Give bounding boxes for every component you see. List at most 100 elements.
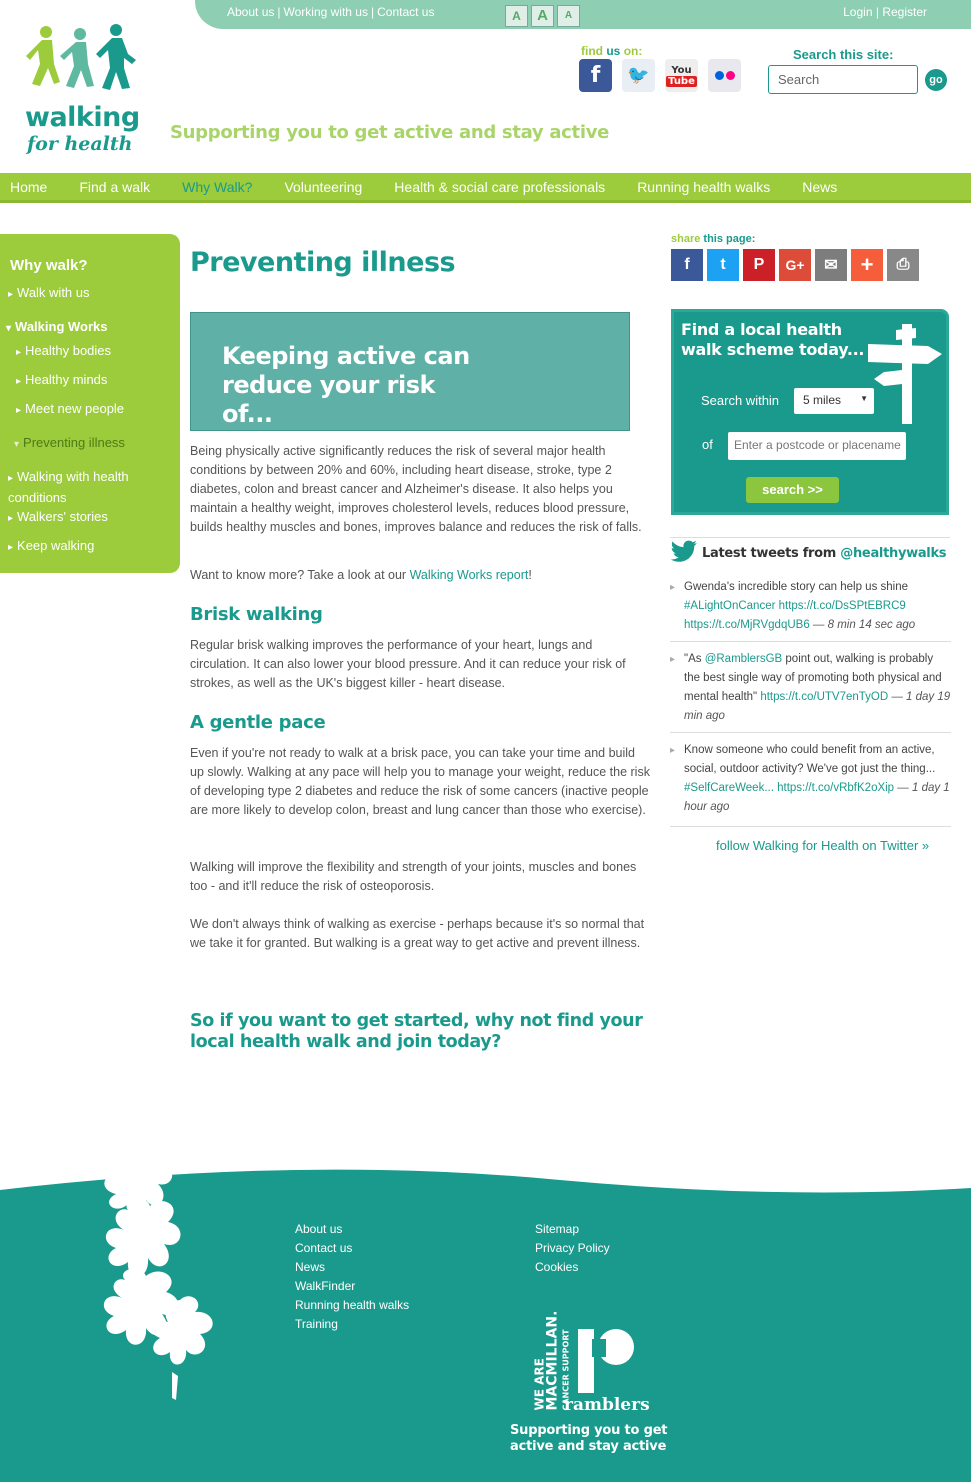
tweet-divider xyxy=(670,641,951,642)
ramblersgb-mention-link[interactable]: @RamblersGB xyxy=(705,653,783,665)
sidebar-item-walk-with-us[interactable]: Walk with us xyxy=(8,283,89,304)
register-link[interactable]: Register xyxy=(882,5,927,19)
social-links: f 🐦 You Tube xyxy=(579,59,741,92)
share-icons: f t P G+ ✉ + ⎙ xyxy=(671,249,919,281)
footer-links-column-2: Sitemap Privacy Policy Cookies xyxy=(535,1220,610,1277)
healthywalks-handle-link[interactable]: @healthywalks xyxy=(840,546,946,561)
footer-cookies-link[interactable]: Cookies xyxy=(535,1258,610,1277)
footer-walkfinder-link[interactable]: WalkFinder xyxy=(295,1277,409,1296)
brisk-walking-heading: Brisk walking xyxy=(190,604,323,625)
facebook-icon[interactable]: f xyxy=(579,59,612,92)
account-links: Login | Register xyxy=(843,5,927,19)
footer-news-link[interactable]: News xyxy=(295,1258,409,1277)
walk-finder-box: Find a local health walk scheme today...… xyxy=(671,309,949,515)
nav-running-health-walks[interactable]: Running health walks xyxy=(621,179,786,195)
brisk-walking-paragraph: Regular brisk walking improves the perfo… xyxy=(190,638,626,690)
flickr-icon[interactable] xyxy=(708,59,741,92)
footer-sitemap-link[interactable]: Sitemap xyxy=(535,1220,610,1239)
exercise-paragraph: We don't always think of walking as exer… xyxy=(190,917,645,950)
nav-why-walk[interactable]: Why Walk? xyxy=(166,179,268,195)
walking-works-paragraph: Want to know more? Take a look at our Wa… xyxy=(190,568,532,582)
signpost-icon xyxy=(868,324,942,424)
find-us-on-label: find us on: xyxy=(581,44,643,58)
text-size-large-button[interactable]: A xyxy=(531,5,554,27)
walk-finder-title: Find a local health walk scheme today... xyxy=(681,320,865,359)
tweet-links[interactable]: https://t.co/UTV7enTyOD xyxy=(760,691,888,703)
section-sidebar: Why walk? Walk with us Walking Works Hea… xyxy=(0,234,180,573)
ramblers-logo-icon[interactable] xyxy=(572,1325,638,1393)
of-label: of xyxy=(702,437,713,452)
print-icon[interactable]: ⎙ xyxy=(887,249,919,281)
flexibility-paragraph: Walking will improve the flexibility and… xyxy=(190,860,637,893)
twitter-share-icon[interactable]: t xyxy=(707,249,739,281)
sidebar-item-walking-with-health-conditions[interactable]: Walking with health conditions xyxy=(8,467,148,507)
tweet-item: "As @RamblersGB point out, walking is pr… xyxy=(670,650,951,726)
nav-volunteering[interactable]: Volunteering xyxy=(268,179,378,195)
google-plus-share-icon[interactable]: G+ xyxy=(779,249,811,281)
footer-contact-us-link[interactable]: Contact us xyxy=(295,1239,409,1258)
miles-dropdown[interactable]: 5 miles xyxy=(794,388,874,414)
contact-us-link[interactable]: Contact us xyxy=(377,5,434,19)
intro-paragraph: Being physically active significantly re… xyxy=(190,444,642,534)
sidebar-item-meet-new-people[interactable]: Meet new people xyxy=(16,399,124,420)
postcode-input[interactable]: Enter a postcode or placename xyxy=(728,432,906,460)
footer-training-link[interactable]: Training xyxy=(295,1315,409,1334)
ramblers-logo-text: ramblers xyxy=(564,1395,650,1415)
email-share-icon[interactable]: ✉ xyxy=(815,249,847,281)
working-with-us-link[interactable]: Working with us xyxy=(284,5,368,19)
tweet-divider xyxy=(670,826,951,827)
banner-text: Keeping active can reduce your risk of..… xyxy=(222,342,470,428)
gentle-pace-paragraph: Even if you're not ready to walk at a br… xyxy=(190,746,650,817)
share-this-page-label: share this page: xyxy=(671,233,756,245)
nav-news[interactable]: News xyxy=(786,179,853,195)
footer-links-column-1: About us Contact us News WalkFinder Runn… xyxy=(295,1220,409,1334)
macmillan-logo[interactable]: WE ARE MACMILLAN. CANCER SUPPORT xyxy=(533,1301,573,1411)
sidebar-heading: Why walk? xyxy=(10,257,88,274)
footer-running-health-walks-link[interactable]: Running health walks xyxy=(295,1296,409,1315)
top-utility-bar: About us | Working with us | Contact us A A … xyxy=(195,0,971,29)
youtube-icon[interactable]: You Tube xyxy=(665,59,698,92)
walk-search-button[interactable]: search >> xyxy=(746,477,839,503)
sidebar-item-preventing-illness[interactable]: Preventing illness xyxy=(14,433,125,454)
gentle-pace-heading: A gentle pace xyxy=(190,712,326,733)
tweets-divider xyxy=(670,537,950,542)
nav-health-social-care[interactable]: Health & social care professionals xyxy=(378,179,621,195)
search-within-label: Search within xyxy=(701,393,780,408)
search-input[interactable]: Search xyxy=(768,65,918,94)
follow-on-twitter-link[interactable]: follow Walking for Health on Twitter » xyxy=(716,838,929,853)
footer-about-us-link[interactable]: About us xyxy=(295,1220,409,1239)
footer-tagline: Supporting you to get active and stay ac… xyxy=(510,1423,668,1454)
add-share-icon[interactable]: + xyxy=(851,249,883,281)
search-label: Search this site: xyxy=(793,47,894,62)
site-tagline: Supporting you to get active and stay ac… xyxy=(170,122,610,143)
sidebar-item-healthy-bodies[interactable]: Healthy bodies xyxy=(16,341,111,362)
login-link[interactable]: Login xyxy=(843,5,872,19)
twitter-icon[interactable]: 🐦 xyxy=(622,59,655,92)
logo-walking-text: walking xyxy=(25,102,140,133)
text-size-reset-button[interactable]: A xyxy=(557,5,580,27)
call-to-action[interactable]: So if you want to get started, why not f… xyxy=(190,1011,660,1053)
text-size-controls: A A A xyxy=(505,5,580,27)
tweet-divider xyxy=(670,732,951,733)
walking-works-report-link[interactable]: Walking Works report xyxy=(410,568,529,582)
pinterest-share-icon[interactable]: P xyxy=(743,249,775,281)
tweet-item: Gwenda's incredible story can help us sh… xyxy=(670,578,951,635)
main-navigation: Home Find a walk Why Walk? Volunteering … xyxy=(0,173,971,203)
search-go-button[interactable]: go xyxy=(925,69,947,91)
footer-privacy-policy-link[interactable]: Privacy Policy xyxy=(535,1239,610,1258)
facebook-share-icon[interactable]: f xyxy=(671,249,703,281)
footer-background xyxy=(0,1146,971,1482)
sidebar-item-walking-works[interactable]: Walking Works xyxy=(6,317,107,338)
tweet-item: Know someone who could benefit from an a… xyxy=(670,741,951,817)
text-size-small-button[interactable]: A xyxy=(505,5,528,27)
utility-links: About us | Working with us | Contact us xyxy=(227,5,435,19)
sidebar-item-walkers-stories[interactable]: Walkers' stories xyxy=(8,507,108,528)
about-us-link[interactable]: About us xyxy=(227,5,274,19)
sidebar-item-healthy-minds[interactable]: Healthy minds xyxy=(16,370,107,391)
nav-find-a-walk[interactable]: Find a walk xyxy=(63,179,166,195)
twitter-bird-icon xyxy=(670,540,697,562)
nav-home[interactable]: Home xyxy=(0,179,63,195)
sidebar-item-keep-walking[interactable]: Keep walking xyxy=(8,536,94,557)
hero-banner: Keeping active can reduce your risk of..… xyxy=(190,312,630,431)
tweet-links[interactable]: #SelfCareWeek... https://t.co/vRbfK2oXip xyxy=(684,782,894,794)
